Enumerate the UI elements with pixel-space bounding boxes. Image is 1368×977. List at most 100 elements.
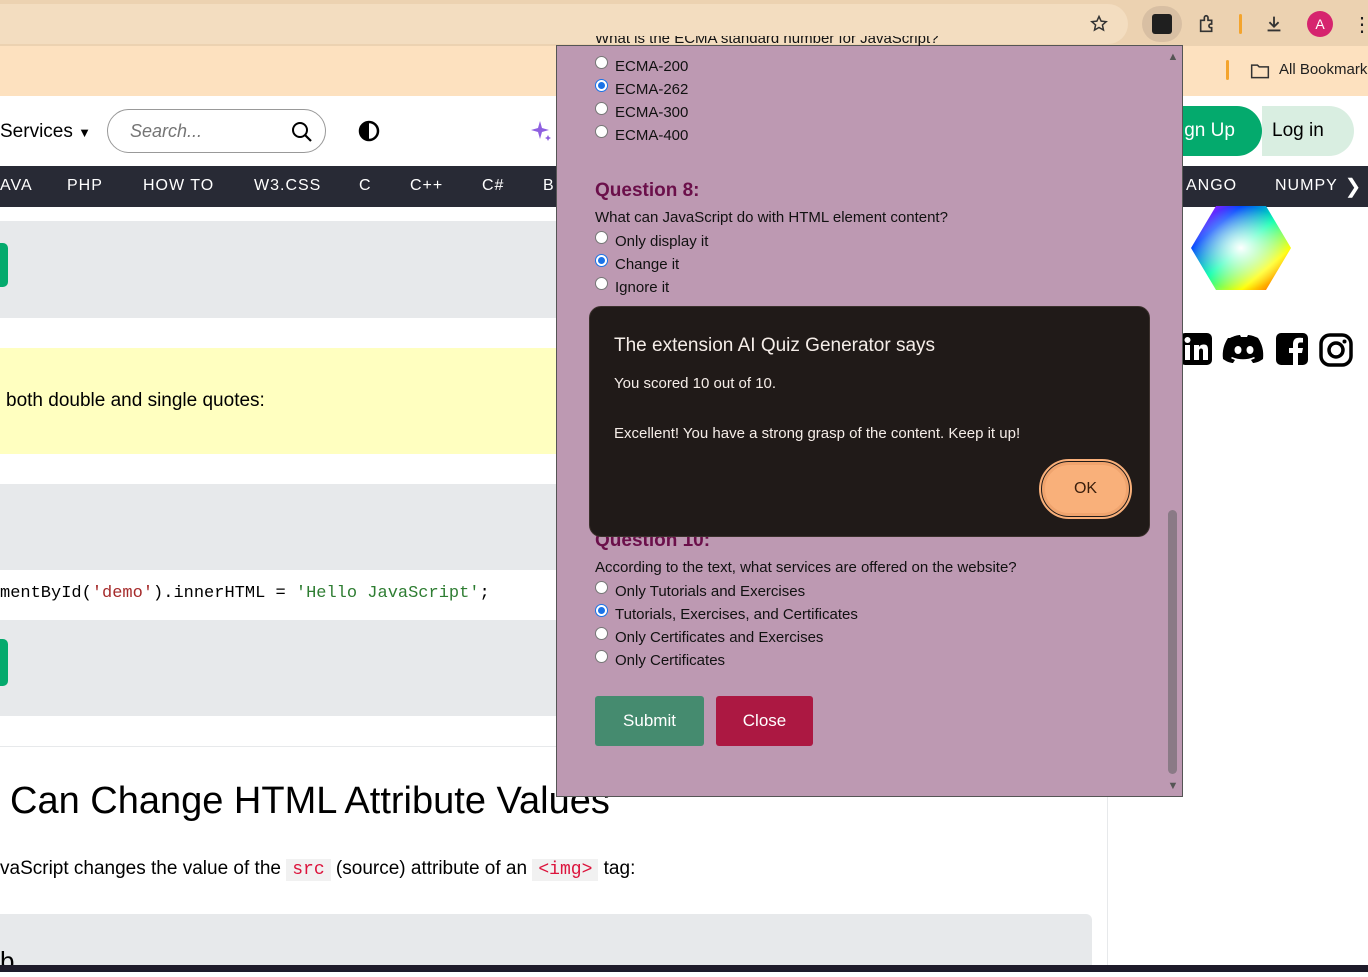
q10-option-label: Tutorials, Exercises, and Certificates bbox=[615, 606, 858, 623]
q7-radio-4[interactable] bbox=[595, 125, 608, 138]
q7-option-4[interactable]: ECMA-400 bbox=[595, 125, 689, 144]
q8-option-3[interactable]: Ignore it bbox=[595, 277, 670, 296]
bookmarks-divider bbox=[1226, 60, 1229, 80]
nav-item-java[interactable]: AVA bbox=[0, 177, 33, 195]
q7-option-1[interactable]: ECMA-200 bbox=[595, 56, 688, 75]
q10-radio-4[interactable] bbox=[595, 650, 608, 663]
q10-option-4[interactable]: Only Certificates bbox=[595, 650, 725, 669]
q10-option-1[interactable]: Only Tutorials and Exercises bbox=[595, 581, 806, 600]
q8-option-2[interactable]: Change it bbox=[595, 254, 680, 273]
q10-option-2[interactable]: Tutorials, Exercises, and Certificates bbox=[595, 604, 858, 623]
para-part3: tag: bbox=[598, 858, 636, 879]
search-icon[interactable] bbox=[290, 120, 314, 149]
q8-option-label: Change it bbox=[615, 256, 680, 273]
log-in-button[interactable]: Log in bbox=[1262, 106, 1354, 156]
linkedin-icon[interactable] bbox=[1180, 332, 1212, 371]
caret-down-icon: ▼ bbox=[78, 125, 92, 140]
q10-option-3[interactable]: Only Certificates and Exercises bbox=[595, 627, 824, 646]
alert-title: The extension AI Quiz Generator says bbox=[614, 335, 936, 356]
services-label: Services bbox=[0, 121, 73, 142]
note-text: both double and single quotes: bbox=[6, 390, 265, 411]
submit-button[interactable]: Submit bbox=[595, 696, 704, 746]
q7-option-label: ECMA-300 bbox=[615, 104, 689, 121]
q8-option-label: Only display it bbox=[615, 233, 709, 250]
q7-text: What is the ECMA standard number for Jav… bbox=[595, 36, 939, 47]
taskbar-edge bbox=[0, 965, 1368, 972]
services-menu[interactable]: Services ▼ bbox=[0, 121, 91, 143]
nav-item-howto[interactable]: HOW TO bbox=[143, 177, 214, 195]
q8-radio-1[interactable] bbox=[595, 231, 608, 244]
code-arg: 'demo' bbox=[91, 584, 154, 603]
nav-item-c[interactable]: C bbox=[359, 177, 372, 195]
alert-ok-button[interactable]: OK bbox=[1039, 459, 1132, 519]
try-it-button[interactable] bbox=[0, 243, 8, 287]
quiz-extension-icon[interactable] bbox=[1142, 6, 1182, 42]
log-in-label: Log in bbox=[1272, 120, 1324, 141]
q10-radio-1[interactable] bbox=[595, 581, 608, 594]
scroll-thumb[interactable] bbox=[1168, 510, 1177, 774]
profile-avatar[interactable]: A bbox=[1307, 11, 1333, 37]
code-img: <img> bbox=[532, 859, 599, 881]
contrast-toggle-icon[interactable] bbox=[358, 120, 380, 147]
example-heading-partial: b bbox=[0, 946, 15, 976]
q7-radio-2[interactable] bbox=[595, 79, 608, 92]
para-part2: (source) attribute of an bbox=[330, 858, 533, 879]
q8-radio-2[interactable] bbox=[595, 254, 608, 267]
code-middle: ).innerHTML = bbox=[153, 584, 296, 603]
section-paragraph: vaScript changes the value of the src (s… bbox=[0, 858, 636, 881]
alert-feedback-text: Excellent! You have a strong grasp of th… bbox=[614, 425, 1021, 442]
color-picker-icon[interactable] bbox=[1191, 204, 1291, 297]
example-block-3 bbox=[0, 914, 1092, 972]
q10-option-label: Only Tutorials and Exercises bbox=[615, 583, 806, 600]
nav-scroll-right-icon[interactable]: ❯ bbox=[1338, 166, 1368, 207]
q10-radio-2[interactable] bbox=[595, 604, 608, 617]
nav-item-w3css[interactable]: W3.CSS bbox=[254, 177, 321, 195]
nav-item-php[interactable]: PHP bbox=[67, 177, 103, 195]
section-heading: Can Change HTML Attribute Values bbox=[10, 780, 610, 822]
q7-option-2[interactable]: ECMA-262 bbox=[595, 79, 689, 98]
q8-text: What can JavaScript do with HTML element… bbox=[595, 209, 948, 226]
q7-radio-1[interactable] bbox=[595, 56, 608, 69]
nav-item-django[interactable]: ANGO bbox=[1186, 177, 1237, 195]
q10-radio-3[interactable] bbox=[595, 627, 608, 640]
sign-up-button[interactable]: ign Up bbox=[1176, 106, 1262, 156]
close-button[interactable]: Close bbox=[716, 696, 813, 746]
q7-radio-3[interactable] bbox=[595, 102, 608, 115]
q7-option-label: ECMA-400 bbox=[615, 127, 689, 144]
nav-item-numpy[interactable]: NUMPY bbox=[1275, 177, 1338, 195]
sparkle-icon[interactable] bbox=[530, 119, 552, 148]
all-bookmarks-link[interactable]: All Bookmark bbox=[1279, 61, 1367, 78]
discord-icon[interactable] bbox=[1222, 332, 1266, 371]
extensions-puzzle-icon[interactable] bbox=[1196, 12, 1220, 36]
menu-kebab-icon[interactable]: ⋮ bbox=[1352, 12, 1368, 36]
q7-option-3[interactable]: ECMA-300 bbox=[595, 102, 689, 121]
nav-item-cpp[interactable]: C++ bbox=[410, 177, 443, 195]
site-search[interactable] bbox=[107, 109, 326, 153]
try-it-button-2[interactable] bbox=[0, 639, 8, 686]
q7-option-label: ECMA-262 bbox=[615, 81, 689, 98]
bookmark-star-icon[interactable] bbox=[1088, 13, 1110, 35]
example-block-2 bbox=[0, 620, 556, 716]
profile-initial: A bbox=[1315, 16, 1325, 32]
q8-title: Question 8: bbox=[595, 180, 700, 201]
download-icon[interactable] bbox=[1262, 12, 1286, 36]
search-input[interactable] bbox=[128, 118, 278, 144]
para-part1: vaScript changes the value of the bbox=[0, 858, 287, 879]
facebook-icon[interactable] bbox=[1275, 332, 1309, 371]
instagram-icon[interactable] bbox=[1318, 332, 1354, 373]
alert-score-text: You scored 10 out of 10. bbox=[614, 375, 777, 392]
address-bar[interactable] bbox=[0, 4, 1128, 44]
code-example-block bbox=[0, 484, 556, 570]
q10-text: According to the text, what services are… bbox=[595, 559, 1017, 576]
q7-text-clipped: What is the ECMA standard number for Jav… bbox=[595, 36, 938, 48]
q10-option-label: Only Certificates and Exercises bbox=[615, 629, 824, 646]
code-suffix: ; bbox=[479, 584, 490, 603]
nav-item-csharp[interactable]: C# bbox=[482, 177, 504, 195]
q8-radio-3[interactable] bbox=[595, 277, 608, 290]
scroll-up-arrow-icon[interactable]: ▲ bbox=[1166, 51, 1180, 63]
sign-up-label: ign Up bbox=[1180, 120, 1235, 141]
q8-option-label: Ignore it bbox=[615, 279, 670, 296]
scroll-down-arrow-icon[interactable]: ▼ bbox=[1166, 780, 1180, 792]
nav-item-b[interactable]: B bbox=[543, 177, 555, 195]
q8-option-1[interactable]: Only display it bbox=[595, 231, 709, 250]
